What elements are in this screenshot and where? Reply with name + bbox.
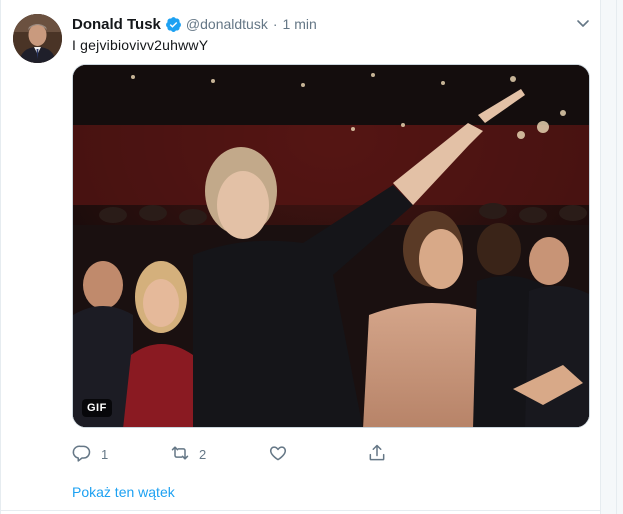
share-button[interactable]	[367, 443, 396, 465]
tweet-timestamp[interactable]: 1 min	[283, 16, 317, 32]
show-thread-link[interactable]: Pokaż ten wątek	[72, 484, 175, 500]
tweet-media-gif[interactable]: GIF	[72, 64, 590, 428]
reply-button[interactable]: 1	[72, 443, 108, 465]
author-name[interactable]: Donald Tusk	[72, 16, 161, 33]
tweet-text: I gejvibiovivv2uhwwY	[72, 37, 209, 53]
share-icon	[367, 443, 387, 466]
like-button[interactable]	[268, 443, 297, 465]
chevron-down-icon[interactable]	[575, 15, 591, 31]
avatar-photo	[13, 14, 62, 63]
reply-icon	[72, 443, 92, 466]
tweet[interactable]: Donald Tusk @donaldtusk · 1 min I gejvib…	[1, 0, 600, 510]
verified-badge-icon	[165, 16, 182, 33]
tweet-header: Donald Tusk @donaldtusk · 1 min	[72, 14, 317, 34]
tweet-divider	[0, 510, 601, 511]
reply-count: 1	[101, 446, 109, 462]
gif-frame	[73, 65, 589, 427]
gif-badge: GIF	[82, 399, 112, 417]
heart-icon	[268, 443, 288, 466]
retweet-icon	[170, 443, 190, 466]
side-column-border	[616, 0, 617, 514]
separator-dot: ·	[272, 16, 278, 32]
avatar[interactable]	[13, 14, 62, 63]
retweet-count: 2	[199, 446, 207, 462]
tweet-actions: 1 2	[72, 443, 402, 465]
retweet-button[interactable]: 2	[170, 443, 206, 465]
side-column	[601, 0, 623, 514]
author-handle[interactable]: @donaldtusk	[186, 16, 268, 32]
